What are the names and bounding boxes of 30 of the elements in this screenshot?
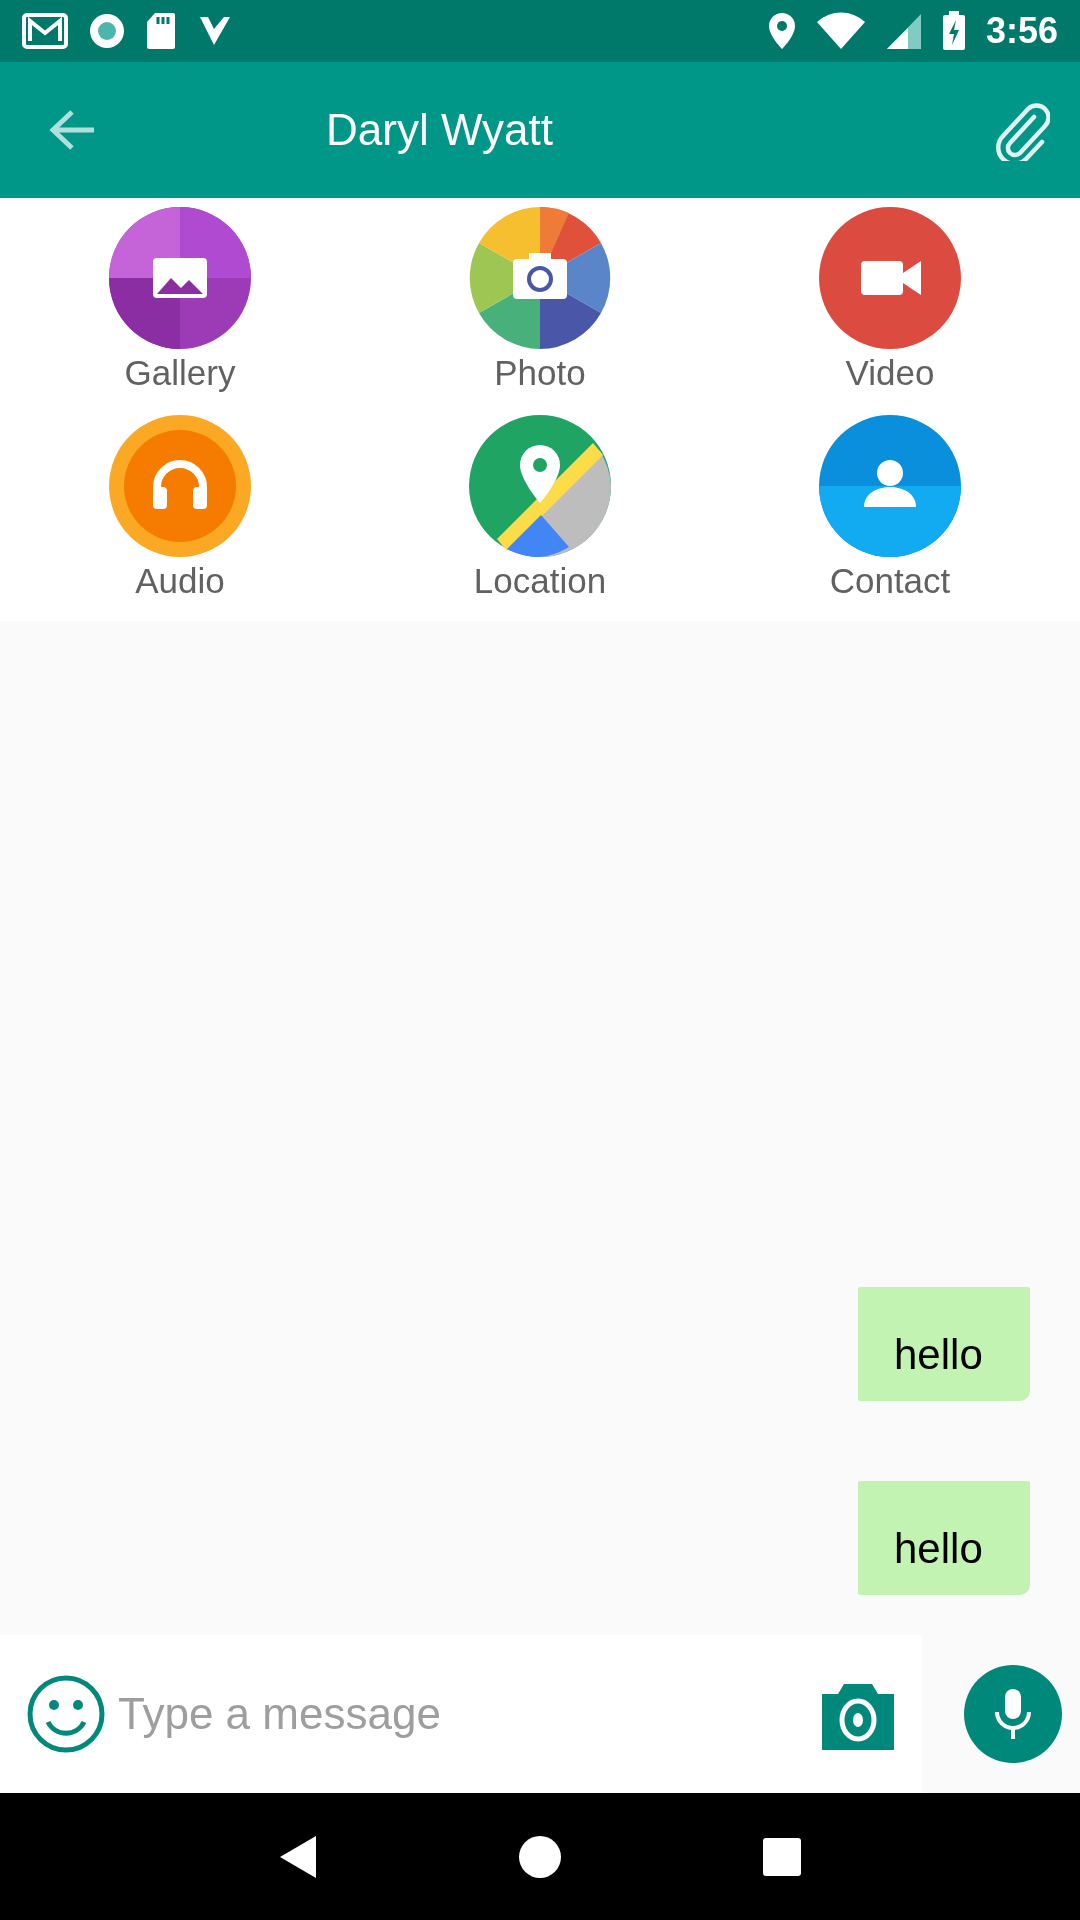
recents-button[interactable]: [762, 1836, 802, 1877]
recents-square-icon: [762, 1836, 802, 1877]
location-icon: [469, 415, 611, 557]
back-arrow-icon: [48, 109, 96, 151]
message-bubble: hello: [858, 1287, 1030, 1401]
back-triangle-icon: [278, 1833, 318, 1880]
home-circle-icon: [518, 1834, 562, 1879]
back-nav-button[interactable]: [278, 1833, 318, 1880]
location-pin-icon: [767, 12, 796, 50]
attach-option[interactable]: Audio: [0, 415, 360, 601]
photo-icon: [469, 207, 611, 349]
signal-icon: [885, 12, 922, 50]
video-icon: [819, 207, 961, 349]
audio-icon: [109, 415, 251, 557]
back-button[interactable]: [48, 109, 96, 151]
contact-name: Daryl Wyatt: [326, 105, 554, 155]
microphone-icon: [993, 1688, 1033, 1740]
gallery-icon: [109, 207, 251, 349]
contact-icon: [819, 415, 961, 557]
home-button[interactable]: [518, 1834, 562, 1879]
message-bubble: hello: [858, 1481, 1030, 1595]
clock-time: 3:56: [985, 10, 1058, 52]
mail-icon: [22, 13, 68, 49]
sd-card-icon: [146, 12, 176, 50]
battery-charging-icon: [941, 11, 966, 51]
wifi-icon: [815, 12, 866, 50]
attach-option[interactable]: Gallery: [0, 207, 360, 393]
record-icon: [88, 12, 126, 50]
smiley-icon: [26, 1674, 106, 1754]
emoji-button[interactable]: [26, 1674, 106, 1754]
